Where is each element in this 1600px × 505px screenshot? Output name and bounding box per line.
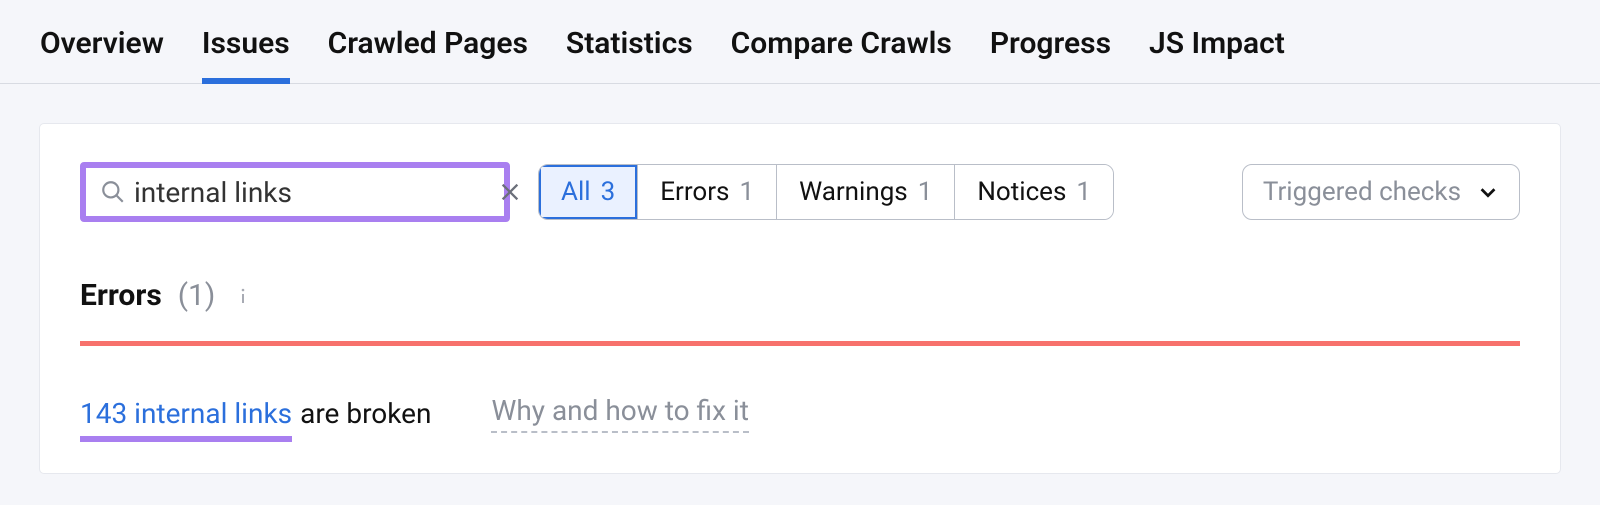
issue-tail-text: are broken xyxy=(300,397,431,430)
filter-errors-count: 1 xyxy=(739,177,754,207)
info-icon[interactable] xyxy=(231,284,255,308)
filter-notices-count: 1 xyxy=(1076,177,1091,207)
why-and-how-link[interactable]: Why and how to fix it xyxy=(491,394,748,433)
tab-statistics[interactable]: Statistics xyxy=(566,26,693,83)
search-input-wrapper xyxy=(80,162,510,222)
filter-errors-label: Errors xyxy=(660,177,729,207)
filter-notices-label: Notices xyxy=(977,177,1066,207)
filter-errors[interactable]: Errors 1 xyxy=(638,165,777,219)
filter-warnings-count: 1 xyxy=(918,177,933,207)
tab-crawled-pages[interactable]: Crawled Pages xyxy=(328,26,528,83)
filter-warnings[interactable]: Warnings 1 xyxy=(777,165,955,219)
triggered-checks-dropdown[interactable]: Triggered checks xyxy=(1242,164,1520,220)
errors-section-header: Errors (1) xyxy=(80,278,1520,313)
tab-overview[interactable]: Overview xyxy=(40,26,164,83)
search-input[interactable] xyxy=(126,176,499,209)
filter-all[interactable]: All 3 xyxy=(539,165,638,219)
chevron-down-icon xyxy=(1477,181,1499,203)
errors-divider xyxy=(80,341,1520,346)
filter-bar: All 3 Errors 1 Warnings 1 Notices 1 Trig… xyxy=(80,162,1520,222)
tab-issues[interactable]: Issues xyxy=(202,26,290,83)
filter-warnings-label: Warnings xyxy=(799,177,908,207)
issue-description: 143 internal links are broken xyxy=(80,397,431,430)
filter-all-count: 3 xyxy=(601,177,616,207)
issue-row: 143 internal links are broken Why and ho… xyxy=(80,394,1520,433)
issue-link[interactable]: 143 internal links xyxy=(80,397,292,430)
errors-section-count: (1) xyxy=(178,278,216,313)
tab-js-impact[interactable]: JS Impact xyxy=(1149,26,1285,83)
filter-notices[interactable]: Notices 1 xyxy=(955,165,1113,219)
errors-section-label: Errors xyxy=(80,278,162,313)
severity-filters: All 3 Errors 1 Warnings 1 Notices 1 xyxy=(538,164,1114,220)
tab-progress[interactable]: Progress xyxy=(990,26,1111,83)
close-icon xyxy=(499,181,521,203)
dropdown-label: Triggered checks xyxy=(1263,177,1461,207)
tab-compare-crawls[interactable]: Compare Crawls xyxy=(731,26,952,83)
filter-all-label: All xyxy=(561,177,591,207)
search-icon xyxy=(100,179,126,205)
nav-tabs: Overview Issues Crawled Pages Statistics… xyxy=(0,0,1600,84)
issues-panel: All 3 Errors 1 Warnings 1 Notices 1 Trig… xyxy=(40,124,1560,473)
clear-search-button[interactable] xyxy=(499,171,521,213)
